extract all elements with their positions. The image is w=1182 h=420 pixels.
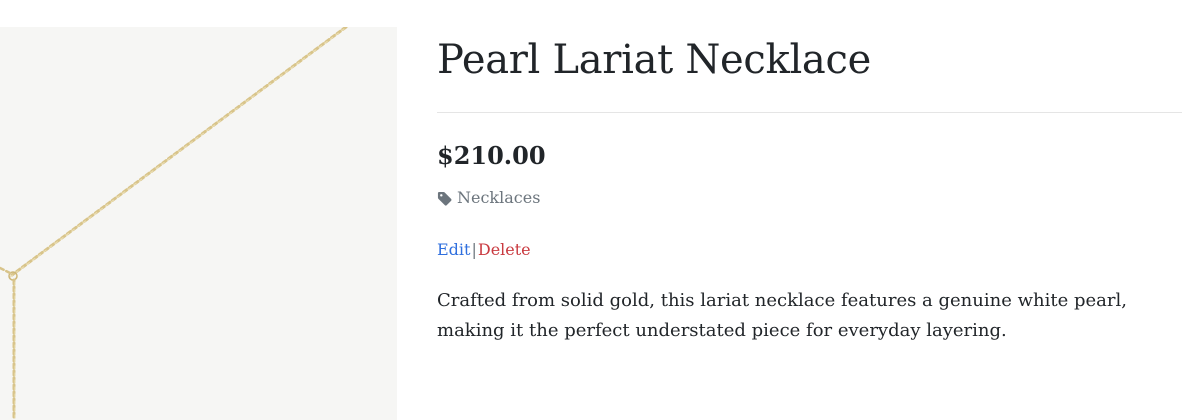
product-description: Crafted from solid gold, this lariat nec… (437, 290, 1127, 341)
action-separator: | (471, 240, 477, 259)
edit-link[interactable]: Edit (437, 240, 470, 259)
product-title: Pearl Lariat Necklace (437, 37, 871, 83)
product-category: Necklaces (437, 186, 540, 210)
product-image (0, 27, 397, 420)
title-divider (437, 112, 1182, 113)
delete-link[interactable]: Delete (478, 240, 531, 259)
necklace-chain-illustration (0, 27, 348, 420)
tag-icon (437, 191, 452, 206)
product-detail-page: Pearl Lariat Necklace $210.00 Necklaces … (0, 0, 1182, 420)
product-price: $210.00 (437, 141, 546, 170)
product-actions: Edit|Delete (437, 238, 531, 262)
product-details: Pearl Lariat Necklace $210.00 Necklaces … (437, 28, 1182, 341)
category-label: Necklaces (457, 188, 541, 207)
